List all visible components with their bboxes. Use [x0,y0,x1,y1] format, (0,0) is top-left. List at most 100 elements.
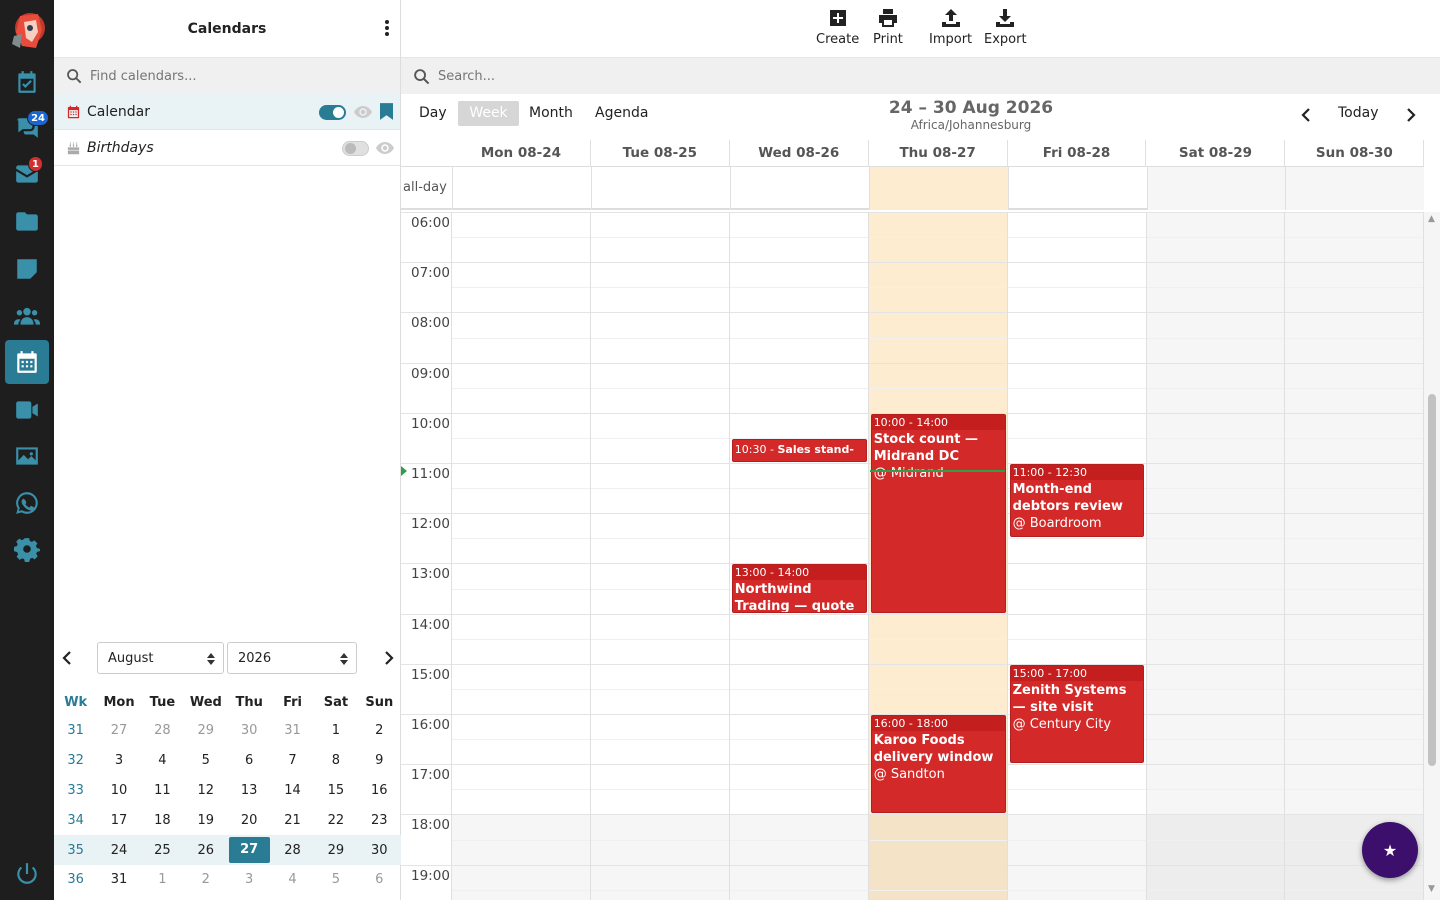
mini-calendar-day[interactable]: 4 [271,872,314,887]
mini-calendar-day[interactable]: 13 [228,783,271,798]
all-day-cell[interactable] [1146,167,1286,210]
calendar-event[interactable]: 15:00 - 17:00 Zenith Systems — site visit… [1009,664,1145,764]
week-number[interactable]: 32 [54,753,97,768]
print-button[interactable]: Print [873,8,903,47]
mini-calendar-day[interactable]: 15 [314,783,357,798]
mini-calendar-day[interactable]: 2 [358,723,401,738]
mini-calendar-day[interactable]: 1 [314,723,357,738]
day-header[interactable]: Sat 08-29 [1147,140,1286,166]
mini-calendar-day[interactable]: 31 [271,723,314,738]
files-app-button[interactable] [5,200,49,244]
all-day-cell[interactable] [452,167,591,210]
mini-calendar-day[interactable]: 5 [314,872,357,887]
event-search-input[interactable] [438,68,938,84]
assistant-fab[interactable]: ★ [1362,822,1418,878]
day-header[interactable]: Thu 08-27 [869,140,1008,166]
calendar-event[interactable]: 16:00 - 18:00 Karoo Foods delivery window… [870,715,1006,814]
mini-calendar-day[interactable]: 19 [184,813,227,828]
calendar-app-button[interactable] [5,340,49,384]
mini-calendar-day[interactable]: 12 [184,783,227,798]
mini-calendar-day[interactable]: 29 [184,723,227,738]
day-header[interactable]: Mon 08-24 [452,140,591,166]
mini-calendar-day[interactable]: 6 [358,872,401,887]
day-header[interactable]: Wed 08-26 [730,140,869,166]
mini-calendar-day[interactable]: 17 [97,813,140,828]
import-button[interactable]: Import [929,8,972,47]
mini-calendar-day[interactable]: 21 [271,813,314,828]
chat-app-button[interactable]: 24 [5,106,49,150]
scroll-up-icon[interactable]: ▲ [1428,214,1435,224]
mini-calendar-day[interactable]: 1 [141,872,184,887]
week-number[interactable]: 36 [54,872,97,887]
view-week-button[interactable]: Week [458,101,519,126]
logout-button[interactable] [5,852,49,896]
notes-app-button[interactable] [5,247,49,291]
export-button[interactable]: Export [984,8,1027,47]
mini-calendar-day[interactable]: 24 [97,843,140,858]
mini-calendar-day[interactable]: 26 [184,843,227,858]
all-day-cell[interactable] [590,167,730,210]
chevron-right-icon[interactable] [384,651,394,665]
mini-calendar-day[interactable]: 30 [228,723,271,738]
mini-calendar-day[interactable]: 8 [314,753,357,768]
today-button[interactable]: Today [1338,105,1379,121]
mini-calendar-day[interactable]: 28 [271,843,314,858]
mail-app-button[interactable]: 1 [5,152,49,196]
week-number[interactable]: 34 [54,813,97,828]
calendar-event[interactable]: 10:30 - Sales stand-up@ Boardroom [731,438,867,462]
contacts-app-button[interactable] [5,294,49,338]
mini-calendar-day[interactable]: 14 [271,783,314,798]
mini-calendar-day[interactable]: 7 [271,753,314,768]
month-select[interactable]: August [97,642,224,674]
mini-calendar-day[interactable]: 2 [184,872,227,887]
mini-calendar-day[interactable]: 6 [228,753,271,768]
mini-calendar-day[interactable]: 25 [141,843,184,858]
mini-calendar-day[interactable]: 31 [97,872,140,887]
calendar-event[interactable]: 11:00 - 12:30 Month-end debtors review @ B… [1009,464,1145,538]
mini-calendar-day[interactable]: 22 [314,813,357,828]
mini-calendar-day[interactable]: 30 [358,843,401,858]
mini-calendar-day[interactable]: 29 [314,843,357,858]
day-header[interactable]: Fri 08-28 [1008,140,1147,166]
bookmark-icon[interactable] [380,103,393,120]
mini-calendar-day[interactable]: 27 [97,723,140,738]
all-day-cell[interactable] [1285,167,1425,210]
all-day-cell[interactable] [1007,167,1147,210]
settings-app-button[interactable] [5,527,49,571]
tasks-app-button[interactable] [5,60,49,104]
mini-calendar-day[interactable]: 28 [141,723,184,738]
view-agenda-button[interactable]: Agenda [587,101,656,126]
grid-scrollbar[interactable]: ▲ ▼ [1424,212,1440,900]
calendar-toggle[interactable] [342,141,369,156]
calendar-search-input[interactable] [90,68,370,84]
scroll-thumb[interactable] [1428,394,1436,766]
mini-calendar-day[interactable]: 23 [358,813,401,828]
week-number[interactable]: 35 [54,843,97,858]
app-logo[interactable] [8,8,48,54]
video-app-button[interactable] [5,388,49,432]
time-grid[interactable]: 06:00 07:00 08:00 09:00 10:00 11:00 12:00 13:00… [401,212,1424,900]
chevron-left-icon[interactable] [62,651,72,665]
calendar-item-calendar[interactable]: Calendar [54,94,400,130]
calendar-event[interactable]: 10:00 - 14:00 Stock count — Midrand DC @ M… [870,413,1006,613]
mini-calendar-day[interactable]: 20 [228,813,271,828]
mini-calendar-day[interactable]: 18 [141,813,184,828]
calendar-event[interactable]: 13:00 - 14:00 Northwind Trading — quote [731,564,867,613]
view-month-button[interactable]: Month [521,101,581,126]
mini-calendar-today[interactable]: 27 [228,837,271,864]
view-day-button[interactable]: Day [411,101,455,126]
sidebar-menu-icon[interactable] [382,18,392,38]
year-select[interactable]: 2026 [227,642,357,674]
eye-icon[interactable] [354,105,372,119]
week-number[interactable]: 31 [54,723,97,738]
week-number[interactable]: 33 [54,783,97,798]
mini-calendar-day[interactable]: 16 [358,783,401,798]
mini-calendar-day[interactable]: 11 [141,783,184,798]
day-header[interactable]: Tue 08-25 [591,140,730,166]
whatsapp-app-button[interactable] [5,481,49,525]
create-button[interactable]: Create [816,8,859,47]
eye-icon[interactable] [376,141,394,155]
mini-calendar-day[interactable]: 4 [141,753,184,768]
mini-calendar-day[interactable]: 10 [97,783,140,798]
mini-calendar-day[interactable]: 5 [184,753,227,768]
